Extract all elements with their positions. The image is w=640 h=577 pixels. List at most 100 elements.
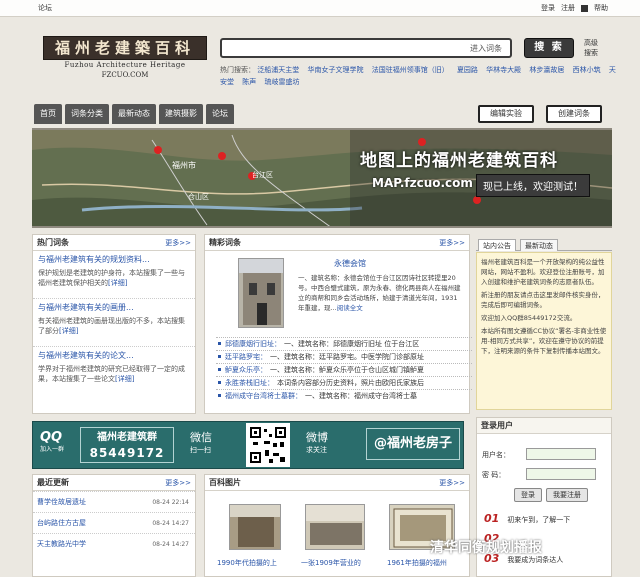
- weibo-text: 微博: [306, 431, 328, 444]
- search-button[interactable]: 搜 索: [524, 38, 574, 58]
- entry-snippet: 本词条内容部分历史资料，照片由欧阳氏家族后: [277, 379, 424, 387]
- qq-sub: 加入一群: [40, 446, 65, 453]
- watermark-text: 清华同衡规划播报: [430, 540, 542, 556]
- weibo-account[interactable]: @福州老房子: [366, 428, 460, 460]
- notice-para: 本站所有图文遵循CC协议“署名-非商业性使用-相同方式共享”，欢迎在遵守协议的前…: [481, 327, 607, 355]
- notice-para: 新注册的朋友请点击这里发邮件核实身份，完成后即可编辑词条。: [481, 291, 605, 309]
- recent-more[interactable]: 更多>>: [165, 475, 191, 491]
- tab-home[interactable]: 首页: [34, 104, 62, 124]
- announce-tabs: 站内公告 最新动态: [476, 237, 612, 251]
- entry-snippet: 一、建筑名称：邱德康烟行旧址 位于台江区: [284, 340, 420, 348]
- entry-link[interactable]: 永胜茶栈旧址：: [225, 379, 274, 387]
- news-title[interactable]: 台屿路住方古屋: [37, 519, 86, 527]
- logo-domain: FZCUO.COM: [101, 71, 149, 79]
- news-title[interactable]: 天主教路光中学: [37, 540, 86, 548]
- username-input[interactable]: [526, 448, 596, 460]
- hot-searches-label: 热门搜索：: [220, 66, 255, 74]
- news-title[interactable]: 曹学佺故居遗址: [37, 498, 86, 506]
- news-date: 08-24 14:27: [152, 541, 189, 548]
- entry-link[interactable]: 鲈夏众乐亭：: [225, 366, 267, 374]
- map-banner-title: 地图上的福州老建筑百科: [360, 151, 558, 171]
- featured-title[interactable]: 永德会馆: [290, 258, 410, 269]
- hot-search-link[interactable]: 陈声: [242, 78, 256, 86]
- login-header: 登录用户: [481, 421, 513, 430]
- qq-text: QQ: [40, 430, 63, 445]
- qq-group-box[interactable]: 福州老建筑群 85449172: [80, 427, 174, 463]
- detail-link[interactable]: [详细]: [59, 327, 78, 335]
- login-button[interactable]: 登录: [514, 488, 542, 502]
- create-entry-button[interactable]: 创建词条: [546, 105, 602, 123]
- hot-entries-more[interactable]: 更多>>: [165, 235, 191, 251]
- help-link[interactable]: 帮助: [594, 0, 608, 17]
- edit-lab-button[interactable]: 编辑实验: [478, 105, 534, 123]
- group-name: 福州老建筑群: [97, 432, 157, 443]
- hot-searches: 热门搜索： 泛船浦天主堂 华南女子文理学院 法国驻福州领事馆（旧） 夏园路 华林…: [220, 64, 620, 88]
- forum-link[interactable]: 论坛: [38, 0, 52, 17]
- tab-news[interactable]: 最新动态: [520, 239, 558, 251]
- entry-link[interactable]: 福州成守台湾将士墓群：: [225, 392, 302, 400]
- detail-link[interactable]: [详细]: [108, 279, 127, 287]
- tab-categories[interactable]: 词条分类: [65, 104, 109, 124]
- list-item[interactable]: 天主教路光中学 08-24 14:27: [33, 533, 195, 554]
- wechat-sub: 扫一扫: [190, 446, 211, 454]
- hot-entry-desc: 学界对于福州老建筑的研究已经取得了一定的成果，本站搜集了一些论文: [38, 365, 185, 383]
- help-icon: [581, 5, 588, 12]
- hot-search-link[interactable]: 华南女子文理学院: [307, 66, 363, 74]
- hot-entries-header: 热门词条: [37, 238, 69, 247]
- step-item[interactable]: 01 初来乍到，了解一下: [484, 512, 570, 525]
- list-item: 福州成守台湾将士墓群： 一、建筑名称：福州成守台湾将士墓: [216, 389, 472, 402]
- tab-latest[interactable]: 最新动态: [112, 104, 156, 124]
- hot-search-link[interactable]: 林步瀛故居: [529, 66, 564, 74]
- qr-code-icon: [246, 423, 290, 467]
- photo-caption[interactable]: 1990年代拍摄的上: [217, 558, 277, 568]
- entry-link[interactable]: 邱德康烟行旧址：: [225, 340, 281, 348]
- list-item[interactable]: 台屿路住方古屋 08-24 14:27: [33, 512, 195, 533]
- wechat-label: 微信 扫一扫: [190, 431, 212, 457]
- list-item[interactable]: 曹学佺故居遗址 08-24 22:14: [33, 491, 195, 512]
- featured-desc-text: 一、建筑名称：永德会馆位于台江区因诗社区转提里20号。中西合璧式建筑，原为永春、…: [298, 274, 461, 312]
- tab-announce[interactable]: 站内公告: [478, 239, 516, 251]
- site-logo[interactable]: 福州老建築百科: [43, 36, 207, 60]
- photo-thumb[interactable]: [229, 504, 281, 550]
- notice-para: 福州老建筑百科是一个开放架构的纯公益性网站，网站不盈利。欢迎登位注册账号，加入创…: [481, 258, 605, 286]
- featured-list: 邱德康烟行旧址： 一、建筑名称：邱德康烟行旧址 位于台江区 廷平路罗宅： 一、建筑名…: [216, 337, 472, 402]
- photo-caption[interactable]: 1961年拍摄的福州: [387, 558, 447, 568]
- photos-more[interactable]: 更多>>: [439, 475, 465, 491]
- map-place-label: 台江区: [252, 171, 273, 179]
- photo-thumb[interactable]: [305, 504, 365, 550]
- hot-entries-panel: 热门词条 更多>> 与福州老建筑有关的规划资料... 保护规划是老建筑的护身符，本…: [32, 234, 196, 414]
- hot-search-link[interactable]: 法国驻福州领事馆（旧）: [372, 66, 449, 74]
- search-input[interactable]: 进入词条: [220, 38, 512, 58]
- hot-search-link[interactable]: 夏园路: [457, 66, 478, 74]
- password-input[interactable]: [526, 468, 596, 480]
- hot-search-link[interactable]: 华林寺大殿: [486, 66, 521, 74]
- hot-entry-title[interactable]: 与福州老建筑有关的论文...: [38, 350, 190, 362]
- detail-link[interactable]: [详细]: [115, 375, 134, 383]
- hot-entry-title[interactable]: 与福州老建筑有关的规划资料...: [38, 254, 190, 266]
- register-link[interactable]: 注册: [561, 0, 575, 17]
- photo-caption[interactable]: 一张1909年营业的: [301, 558, 361, 568]
- register-button[interactable]: 我要注册: [546, 488, 588, 502]
- hot-search-link[interactable]: 琉岐雷盛坊: [264, 78, 299, 86]
- hot-search-link[interactable]: 泛船浦天主堂: [257, 66, 299, 74]
- featured-photo[interactable]: [238, 258, 284, 328]
- step-text: 初来乍到，了解一下: [507, 516, 571, 524]
- login-link[interactable]: 登录: [541, 0, 555, 17]
- advanced-search-link[interactable]: 高级搜索: [584, 38, 604, 58]
- hot-entry-title[interactable]: 与福州老建筑有关的画册...: [38, 302, 190, 314]
- page: { "topbar": {"forum":"论坛","login":"登录","…: [0, 0, 640, 577]
- wechat-text: 微信: [190, 431, 212, 444]
- hot-search-link[interactable]: 西林小筑: [573, 66, 601, 74]
- tab-forum[interactable]: 论坛: [206, 104, 234, 124]
- group-number: 85449172: [89, 446, 165, 460]
- featured-more[interactable]: 更多>>: [439, 235, 465, 251]
- featured-header: 精彩词条: [209, 238, 241, 247]
- tab-photography[interactable]: 建筑摄影: [159, 104, 203, 124]
- qq-label: QQ 加入一群: [40, 430, 64, 453]
- map-banner-url[interactable]: MAP.fzcuo.com: [372, 176, 473, 190]
- entry-link[interactable]: 廷平路罗宅：: [225, 353, 267, 361]
- read-more-link[interactable]: 阅读全文: [337, 304, 363, 312]
- notice-box: 福州老建筑百科是一个开放架构的纯公益性网站，网站不盈利。欢迎登位注册账号，加入创…: [476, 252, 612, 410]
- list-item: 廷平路罗宅： 一、建筑名称：廷平路罗宅。中医学院门诊部原址: [216, 350, 472, 363]
- list-item: 邱德康烟行旧址： 一、建筑名称：邱德康烟行旧址 位于台江区: [216, 337, 472, 350]
